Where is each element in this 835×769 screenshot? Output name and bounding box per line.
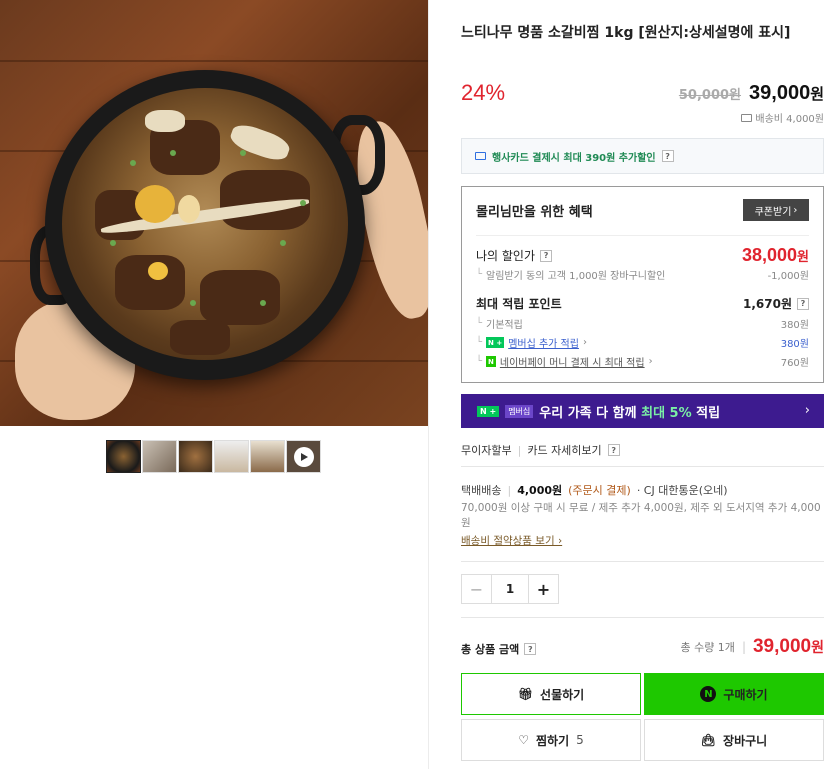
installment-label: 무이자할부 [461,444,512,457]
thumbnail[interactable] [142,440,177,473]
sale-price: 39,000원 [749,82,824,104]
shipping-info: 택배배송 | 4,000원 (주문시 결제) · CJ 대한통운(오네) [461,483,728,498]
benefit-heading: 몰리님만을 위한 혜택 [476,205,593,220]
member-benefit-box: 몰리님만을 위한 혜택 쿠폰받기 › 나의 할인가? 38,000원 └ 알림받기 … [461,186,824,383]
total-quantity: 총 수량 1개 [680,641,735,654]
cart-button[interactable]: 👜︎ 장바구니 [644,719,824,761]
gift-icon: 🎁︎ [517,687,534,701]
quantity-stepper: − 1 + [461,574,559,604]
total-price-label: 총 상품 금액 [461,643,520,656]
credit-card-icon [475,152,486,160]
thumbnail[interactable] [178,440,213,473]
heart-icon: ♡ [518,733,529,747]
buy-button[interactable]: N 구매하기 [644,673,824,715]
shipping-saver-link[interactable]: 배송비 절약상품 보기 › [461,533,562,548]
card-detail-link[interactable]: 카드 자세히보기 [527,442,601,458]
wishlist-count: 5 [576,733,584,747]
thumbnail[interactable] [214,440,249,473]
points-value: 1,670원 [743,297,792,311]
naver-pay-badge: N [486,356,496,367]
thumbnail[interactable] [106,440,141,473]
my-price-label: 나의 할인가 [476,249,536,263]
help-icon[interactable]: ? [607,444,620,456]
thumbnail-strip [106,440,321,473]
discount-rate: 24% [461,80,506,105]
product-title: 느티나무 명품 소갈비찜 1kg [원산지:상세설명에 표시] [461,25,791,41]
total-price: 39,000원 [752,636,824,657]
shopping-bag-icon: 👜︎ [700,733,717,747]
price-row: 50,000원 39,000원 [679,82,824,105]
card-discount-banner[interactable]: 행사카드 결제시 최대 390원 추가할인 ? [461,138,824,174]
naver-plus-badge: N + [486,337,505,348]
quantity-input[interactable]: 1 [492,575,528,603]
shipping-note: 70,000원 이상 구매 시 무료 / 제주 추가 4,000원, 제주 외 … [461,502,821,529]
help-icon[interactable]: ? [524,643,537,655]
points-label: 최대 적립 포인트 [476,297,562,311]
alarm-discount-value: -1,000원 [767,271,809,282]
chevron-right-icon: › [804,403,810,418]
play-icon [293,446,314,467]
installment-row: 무이자할부 | 카드 자세히보기 ? [461,442,620,458]
product-gallery [0,0,428,769]
membership-promo-banner[interactable]: N + 멤버십 우리 가족 다 함께 최대 5% 적립 › [461,394,824,428]
quantity-plus-button[interactable]: + [528,575,558,603]
product-main-image[interactable] [0,0,428,426]
basic-points-value: 380원 [780,320,809,331]
gift-button[interactable]: 🎁︎ 선물하기 [461,673,641,715]
wishlist-button[interactable]: ♡ 찜하기 5 [461,719,641,761]
coupon-button[interactable]: 쿠폰받기 › [743,199,809,221]
help-icon[interactable]: ? [540,249,553,262]
truck-icon [741,113,753,122]
thumbnail[interactable] [250,440,285,473]
basic-points-label: 기본적립 [486,320,523,331]
my-discount-price: 38,000원 [741,245,809,265]
npay-points-link[interactable]: 네이버페이 머니 결제 시 최대 적립 [500,354,645,369]
membership-points-value: 380원 [780,339,809,350]
original-price: 50,000원 [678,88,742,103]
help-icon[interactable]: ? [661,150,674,162]
quantity-minus-button[interactable]: − [462,575,492,603]
thumbnail-video[interactable] [286,440,321,473]
chevron-right-icon: › [793,204,798,216]
npay-points-value: 760원 [780,358,809,369]
alarm-discount-label: 알림받기 동의 고객 1,000원 장바구니할인 [486,271,666,282]
help-icon[interactable]: ? [797,297,809,310]
shipping-fee: 배송비 4,000원 [741,110,824,125]
naver-pay-icon: N [700,686,717,702]
membership-points-link[interactable]: 멤버십 추가 적립 [508,335,579,350]
